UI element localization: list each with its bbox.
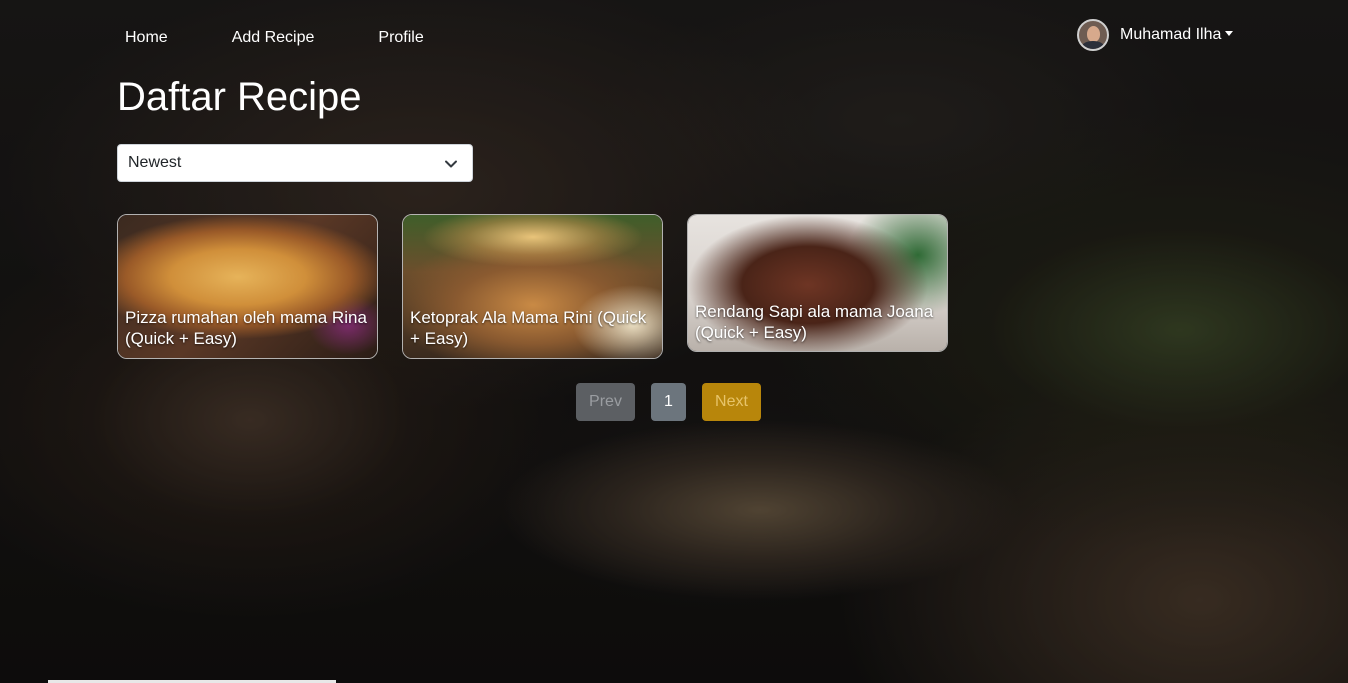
avatar-shirt xyxy=(1081,41,1105,49)
recipe-title: Ketoprak Ala Mama Rini (Quick + Easy) xyxy=(410,308,647,348)
recipe-card[interactable]: Ketoprak Ala Mama Rini (Quick + Easy) xyxy=(402,214,663,359)
nav-profile-link[interactable]: Profile xyxy=(378,28,423,48)
sort-select-value: Newest xyxy=(128,154,182,171)
sort-select[interactable]: Newest xyxy=(117,144,473,182)
nav-add-recipe-link[interactable]: Add Recipe xyxy=(232,28,315,48)
chevron-down-icon xyxy=(445,160,457,168)
recipe-card[interactable]: Pizza rumahan oleh mama Rina (Quick + Ea… xyxy=(117,214,378,359)
recipe-title: Rendang Sapi ala mama Joana (Quick + Eas… xyxy=(695,302,934,342)
prev-page-button[interactable]: Prev xyxy=(576,383,635,421)
page-1-button[interactable]: 1 xyxy=(651,383,686,421)
avatar-face xyxy=(1087,26,1100,42)
nav-home-link[interactable]: Home xyxy=(125,28,168,48)
next-page-button[interactable]: Next xyxy=(702,383,761,421)
user-name[interactable]: Muhamad Ilha xyxy=(1120,25,1221,45)
recipe-title: Pizza rumahan oleh mama Rina (Quick + Ea… xyxy=(125,308,367,348)
page-title: Daftar Recipe xyxy=(117,75,362,119)
user-menu-toggle[interactable]: Muhamad Ilha xyxy=(1077,19,1234,51)
recipe-card[interactable]: Rendang Sapi ala mama Joana (Quick + Eas… xyxy=(687,214,948,352)
avatar[interactable] xyxy=(1077,19,1109,51)
caret-down-icon[interactable] xyxy=(1225,30,1234,36)
top-nav: Home Add Recipe Profile xyxy=(125,28,424,48)
